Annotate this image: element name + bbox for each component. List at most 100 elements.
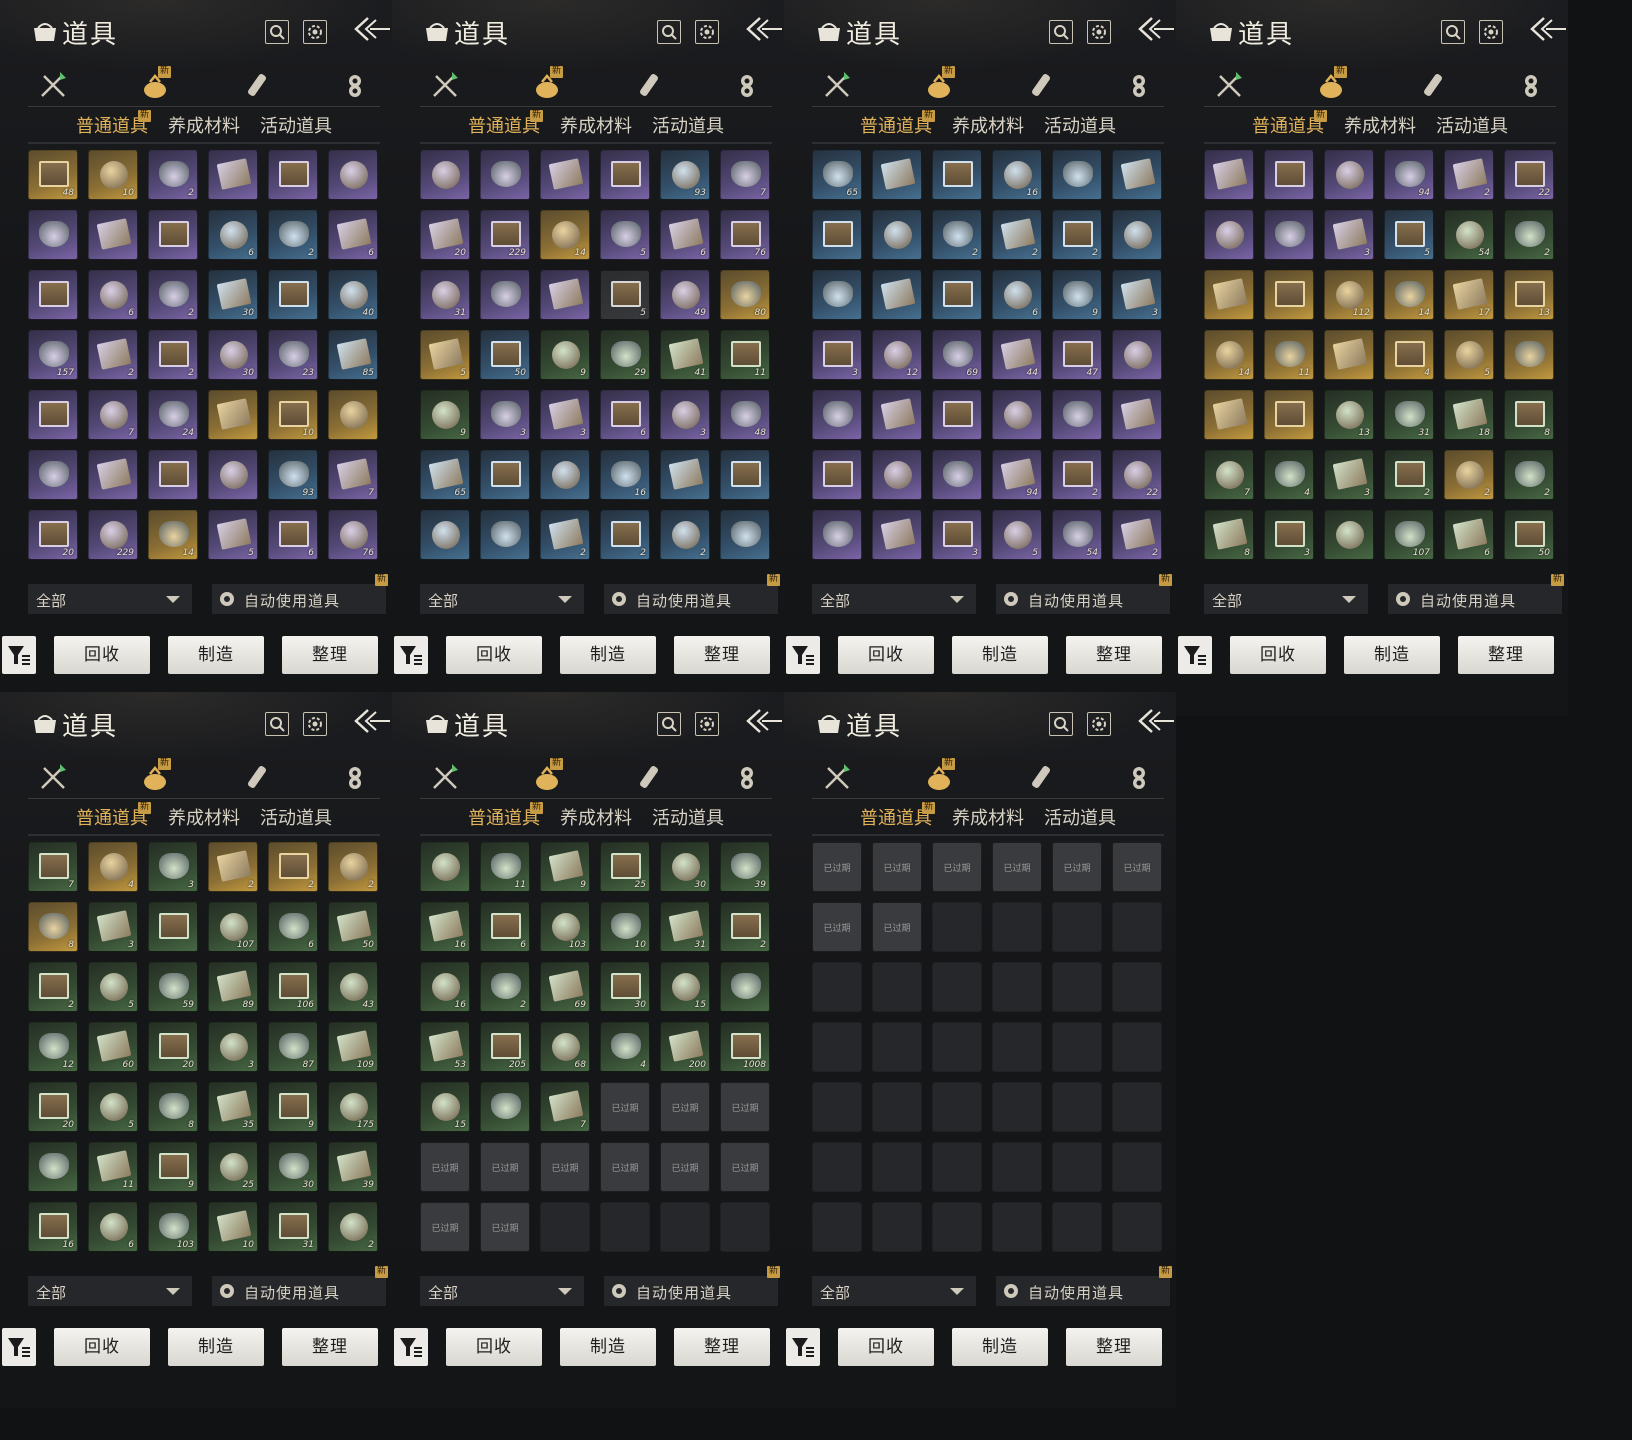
inventory-item-slot[interactable]: 已过期 xyxy=(1052,842,1102,892)
sort-button[interactable]: 整理 xyxy=(674,1328,770,1366)
inventory-item-slot[interactable] xyxy=(208,150,258,200)
inventory-item-slot[interactable]: 3 xyxy=(1324,210,1374,260)
inventory-item-slot[interactable]: 10 xyxy=(88,150,138,200)
inventory-item-slot[interactable]: 6 xyxy=(88,1202,138,1252)
inventory-item-slot[interactable]: 9 xyxy=(540,330,590,380)
inventory-item-slot[interactable]: 18 xyxy=(1444,390,1494,440)
craft-button[interactable]: 制造 xyxy=(560,636,656,674)
settings-button[interactable] xyxy=(1087,20,1111,44)
inventory-item-slot[interactable]: 16 xyxy=(420,902,470,952)
inventory-item-slot[interactable] xyxy=(812,210,862,260)
inventory-item-slot[interactable]: 9 xyxy=(1052,270,1102,320)
inventory-item-slot[interactable]: 已过期 xyxy=(992,842,1042,892)
inventory-item-slot[interactable]: 2 xyxy=(1444,150,1494,200)
inventory-item-slot[interactable]: 50 xyxy=(480,330,530,380)
subtab-growth-materials[interactable]: 养成材料 xyxy=(952,804,1024,830)
inventory-item-slot[interactable]: 3 xyxy=(208,1022,258,1072)
inventory-item-slot[interactable]: 175 xyxy=(328,1082,378,1132)
inventory-item-slot[interactable]: 5 xyxy=(600,270,650,320)
subtab-event-items[interactable]: 活动道具 xyxy=(652,112,724,138)
inventory-item-slot[interactable] xyxy=(1504,330,1554,380)
inventory-item-slot[interactable]: 31 xyxy=(660,902,710,952)
tab-equipment[interactable] xyxy=(430,70,460,100)
inventory-item-slot[interactable] xyxy=(1264,150,1314,200)
inventory-item-slot[interactable]: 24 xyxy=(148,390,198,440)
inventory-item-slot[interactable]: 已过期 xyxy=(812,842,862,892)
inventory-item-slot[interactable]: 已过期 xyxy=(420,1202,470,1252)
inventory-item-slot[interactable]: 48 xyxy=(28,150,78,200)
inventory-item-slot[interactable]: 47 xyxy=(1052,330,1102,380)
tab-misc[interactable] xyxy=(1516,70,1546,100)
inventory-item-slot[interactable]: 39 xyxy=(328,1142,378,1192)
inventory-item-slot[interactable]: 94 xyxy=(992,450,1042,500)
category-filter-dropdown[interactable]: 全部 xyxy=(420,1276,584,1306)
inventory-item-slot[interactable]: 已过期 xyxy=(660,1142,710,1192)
category-filter-dropdown[interactable]: 全部 xyxy=(812,1276,976,1306)
craft-button[interactable]: 制造 xyxy=(560,1328,656,1366)
inventory-item-slot[interactable]: 69 xyxy=(932,330,982,380)
inventory-item-slot[interactable]: 65 xyxy=(812,150,862,200)
subtab-growth-materials[interactable]: 养成材料 xyxy=(560,112,632,138)
inventory-item-slot[interactable]: 76 xyxy=(328,510,378,560)
inventory-item-slot[interactable]: 已过期 xyxy=(420,1142,470,1192)
inventory-item-slot[interactable] xyxy=(208,390,258,440)
inventory-item-slot[interactable]: 7 xyxy=(540,1082,590,1132)
inventory-item-slot[interactable] xyxy=(1112,330,1162,380)
inventory-item-slot[interactable]: 16 xyxy=(992,150,1042,200)
inventory-item-slot[interactable] xyxy=(268,270,318,320)
inventory-item-slot[interactable]: 已过期 xyxy=(660,1082,710,1132)
filter-button[interactable] xyxy=(2,1328,36,1366)
inventory-item-slot[interactable]: 5 xyxy=(1384,210,1434,260)
inventory-item-slot[interactable]: 2 xyxy=(720,902,770,952)
inventory-item-slot[interactable]: 39 xyxy=(720,842,770,892)
inventory-item-slot[interactable]: 30 xyxy=(208,330,258,380)
inventory-item-slot[interactable]: 68 xyxy=(540,1022,590,1072)
inventory-item-slot[interactable]: 已过期 xyxy=(872,902,922,952)
recycle-button[interactable]: 回收 xyxy=(54,636,150,674)
tab-items[interactable]: 新 xyxy=(532,66,563,100)
inventory-item-slot[interactable]: 8 xyxy=(1504,390,1554,440)
inventory-item-slot[interactable]: 8 xyxy=(148,1082,198,1132)
inventory-item-slot[interactable]: 5 xyxy=(1444,330,1494,380)
inventory-item-slot[interactable]: 205 xyxy=(480,1022,530,1072)
sort-button[interactable]: 整理 xyxy=(282,636,378,674)
inventory-item-slot[interactable]: 20 xyxy=(28,510,78,560)
inventory-item-slot[interactable]: 13 xyxy=(1504,270,1554,320)
inventory-item-slot[interactable] xyxy=(480,510,530,560)
inventory-item-slot[interactable] xyxy=(720,450,770,500)
sort-button[interactable]: 整理 xyxy=(1066,1328,1162,1366)
inventory-item-slot[interactable]: 30 xyxy=(268,1142,318,1192)
inventory-item-slot[interactable]: 4 xyxy=(1384,330,1434,380)
inventory-item-slot[interactable]: 2 xyxy=(1112,510,1162,560)
search-button[interactable] xyxy=(265,20,289,44)
inventory-item-slot[interactable]: 11 xyxy=(88,1142,138,1192)
filter-button[interactable] xyxy=(2,636,36,674)
settings-button[interactable] xyxy=(303,20,327,44)
inventory-item-slot[interactable]: 7 xyxy=(1204,450,1254,500)
inventory-item-slot[interactable]: 已过期 xyxy=(872,842,922,892)
inventory-item-slot[interactable]: 已过期 xyxy=(720,1142,770,1192)
inventory-item-slot[interactable] xyxy=(88,450,138,500)
recycle-button[interactable]: 回收 xyxy=(54,1328,150,1366)
inventory-item-slot[interactable]: 3 xyxy=(932,510,982,560)
inventory-item-slot[interactable]: 107 xyxy=(208,902,258,952)
inventory-item-slot[interactable]: 30 xyxy=(660,842,710,892)
inventory-item-slot[interactable]: 6 xyxy=(268,902,318,952)
inventory-item-slot[interactable]: 6 xyxy=(480,902,530,952)
tab-scrolls[interactable] xyxy=(242,70,272,100)
inventory-item-slot[interactable] xyxy=(148,450,198,500)
filter-button[interactable] xyxy=(394,636,428,674)
category-filter-dropdown[interactable]: 全部 xyxy=(28,584,192,614)
inventory-item-slot[interactable]: 103 xyxy=(148,1202,198,1252)
inventory-item-slot[interactable]: 7 xyxy=(28,842,78,892)
inventory-item-slot[interactable] xyxy=(480,450,530,500)
inventory-item-slot[interactable] xyxy=(328,390,378,440)
inventory-item-slot[interactable]: 15 xyxy=(420,1082,470,1132)
inventory-item-slot[interactable] xyxy=(1264,390,1314,440)
inventory-item-slot[interactable]: 4 xyxy=(1264,450,1314,500)
inventory-item-slot[interactable] xyxy=(872,150,922,200)
settings-button[interactable] xyxy=(1479,20,1503,44)
inventory-item-slot[interactable]: 12 xyxy=(28,1022,78,1072)
tab-misc[interactable] xyxy=(732,762,762,792)
recycle-button[interactable]: 回收 xyxy=(446,636,542,674)
